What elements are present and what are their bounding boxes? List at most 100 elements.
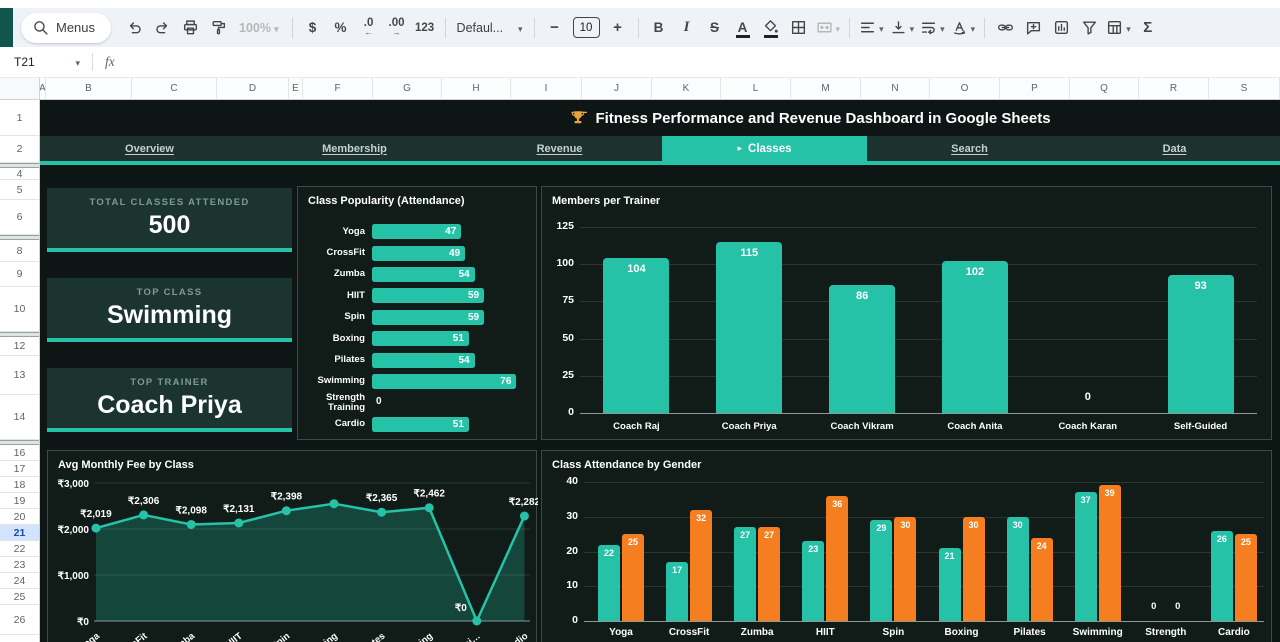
text-wrap-button[interactable]	[918, 15, 947, 41]
column-header-H[interactable]: H	[442, 78, 511, 100]
merge-cells-button[interactable]	[814, 15, 843, 41]
column-header-D[interactable]: D	[217, 78, 289, 100]
tab-revenue[interactable]: Revenue	[457, 136, 662, 161]
row-header-13[interactable]: 13	[0, 356, 39, 395]
bar: 24	[1031, 538, 1053, 621]
chart-class-attendance-by-gender[interactable]: Class Attendance by Gender0102030402225Y…	[541, 450, 1272, 642]
row-header-17[interactable]: 17	[0, 461, 39, 477]
insert-comment-button[interactable]	[1020, 15, 1046, 41]
italic-button[interactable]: I	[674, 15, 700, 41]
column-header-J[interactable]: J	[582, 78, 652, 100]
decrease-decimals-button[interactable]: .0←	[356, 15, 382, 41]
borders-button[interactable]	[786, 15, 812, 41]
chart-members-per-trainer[interactable]: Members per Trainer0255075100125104Coach…	[541, 186, 1272, 440]
bar: 54	[372, 267, 475, 282]
column-header-C[interactable]: C	[132, 78, 217, 100]
bar-value: 30	[894, 520, 916, 530]
tab-overview[interactable]: Overview	[47, 136, 252, 161]
paint-format-button[interactable]	[205, 15, 231, 41]
column-header-F[interactable]: F	[303, 78, 373, 100]
chart-avg-monthly-fee-by-class[interactable]: Avg Monthly Fee by Class₹0₹1,000₹2,000₹3…	[47, 450, 537, 642]
column-header-K[interactable]: K	[652, 78, 721, 100]
bold-button[interactable]: B	[646, 15, 672, 41]
functions-button[interactable]: Σ	[1135, 15, 1161, 41]
text-rotation-button[interactable]	[949, 15, 978, 41]
font-size-input[interactable]: 10	[573, 17, 600, 38]
row-header-5[interactable]: 5	[0, 180, 39, 200]
column-header-O[interactable]: O	[930, 78, 1000, 100]
column-header-E[interactable]: E	[289, 78, 303, 100]
row-header-18[interactable]: 18	[0, 477, 39, 493]
column-header-L[interactable]: L	[721, 78, 791, 100]
chevron-down-icon	[876, 19, 884, 37]
tab-label: Revenue	[537, 143, 583, 155]
tab-membership[interactable]: Membership	[252, 136, 457, 161]
create-filter-button[interactable]	[1076, 15, 1102, 41]
row-header-23[interactable]: 23	[0, 557, 39, 573]
column-header-G[interactable]: G	[373, 78, 442, 100]
text-color-button[interactable]: A	[730, 15, 756, 41]
fill-color-button[interactable]	[758, 15, 784, 41]
column-header-P[interactable]: P	[1000, 78, 1070, 100]
menus-button[interactable]: Menus	[21, 13, 111, 43]
row-header-10[interactable]: 10	[0, 287, 39, 332]
column-header-N[interactable]: N	[861, 78, 930, 100]
decrease-font-size-button[interactable]: −	[542, 15, 568, 41]
row-header-22[interactable]: 22	[0, 541, 39, 557]
spreadsheet-canvas[interactable]: Fitness Performance and Revenue Dashboar…	[40, 100, 1280, 642]
vertical-align-button[interactable]	[888, 15, 917, 41]
print-button[interactable]	[177, 15, 203, 41]
bar-row: Zumba54	[306, 264, 524, 285]
row-header-12[interactable]: 12	[0, 337, 39, 356]
row-header-19[interactable]: 19	[0, 493, 39, 509]
format-percent-button[interactable]: %	[328, 15, 354, 41]
number-format-button[interactable]: 123	[412, 15, 438, 41]
zoom-select[interactable]: 100%	[239, 21, 279, 35]
strikethrough-button[interactable]: S	[702, 15, 728, 41]
svg-text:Spin: Spin	[269, 631, 292, 642]
column-header-S[interactable]: S	[1209, 78, 1280, 100]
svg-text:₹3,000: ₹3,000	[58, 479, 90, 490]
row-header-8[interactable]: 8	[0, 240, 39, 262]
column-header-Q[interactable]: Q	[1070, 78, 1139, 100]
row-header-2[interactable]: 2	[0, 136, 39, 163]
bar-value: 59	[468, 290, 479, 301]
row-header-26[interactable]: 26	[0, 605, 39, 635]
increase-font-size-button[interactable]: +	[605, 15, 631, 41]
chart-class-popularity-attendance[interactable]: Class Popularity (Attendance)Yoga47Cross…	[297, 186, 537, 440]
increase-decimals-button[interactable]: .00→	[384, 15, 410, 41]
row-header-1[interactable]: 1	[0, 100, 39, 136]
insert-link-button[interactable]	[992, 15, 1018, 41]
row-header-6[interactable]: 6	[0, 200, 39, 235]
row-header-16[interactable]: 16	[0, 445, 39, 461]
column-header-M[interactable]: M	[791, 78, 861, 100]
format-currency-button[interactable]: $	[300, 15, 326, 41]
select-all-corner[interactable]	[0, 78, 40, 100]
column-header-I[interactable]: I	[511, 78, 582, 100]
tab-classes[interactable]: ▸Classes	[662, 136, 867, 161]
bar-value: 0	[1167, 601, 1189, 612]
name-box[interactable]: T21	[0, 55, 86, 69]
table-button[interactable]	[1104, 15, 1133, 41]
redo-button[interactable]	[149, 15, 175, 41]
dashboard-title-row: Fitness Performance and Revenue Dashboar…	[40, 100, 1280, 136]
bar-track: 54	[372, 267, 524, 282]
row-header-14[interactable]: 14	[0, 395, 39, 440]
tab-search[interactable]: Search	[867, 136, 1072, 161]
y-axis-tick: 25	[538, 369, 574, 381]
row-header-20[interactable]: 20	[0, 509, 39, 525]
bar: 39	[1099, 485, 1121, 621]
undo-button[interactable]	[121, 15, 147, 41]
row-header-21[interactable]: 21	[0, 525, 39, 541]
column-header-B[interactable]: B	[46, 78, 132, 100]
row-header-24[interactable]: 24	[0, 573, 39, 589]
chevron-down-icon	[907, 19, 915, 37]
horizontal-align-button[interactable]	[857, 15, 886, 41]
row-header-4[interactable]: 4	[0, 168, 39, 180]
column-header-R[interactable]: R	[1139, 78, 1209, 100]
row-header-25[interactable]: 25	[0, 589, 39, 605]
font-select[interactable]: Defaul...	[457, 21, 523, 35]
tab-data[interactable]: Data	[1072, 136, 1277, 161]
insert-chart-button[interactable]	[1048, 15, 1074, 41]
row-header-9[interactable]: 9	[0, 262, 39, 287]
